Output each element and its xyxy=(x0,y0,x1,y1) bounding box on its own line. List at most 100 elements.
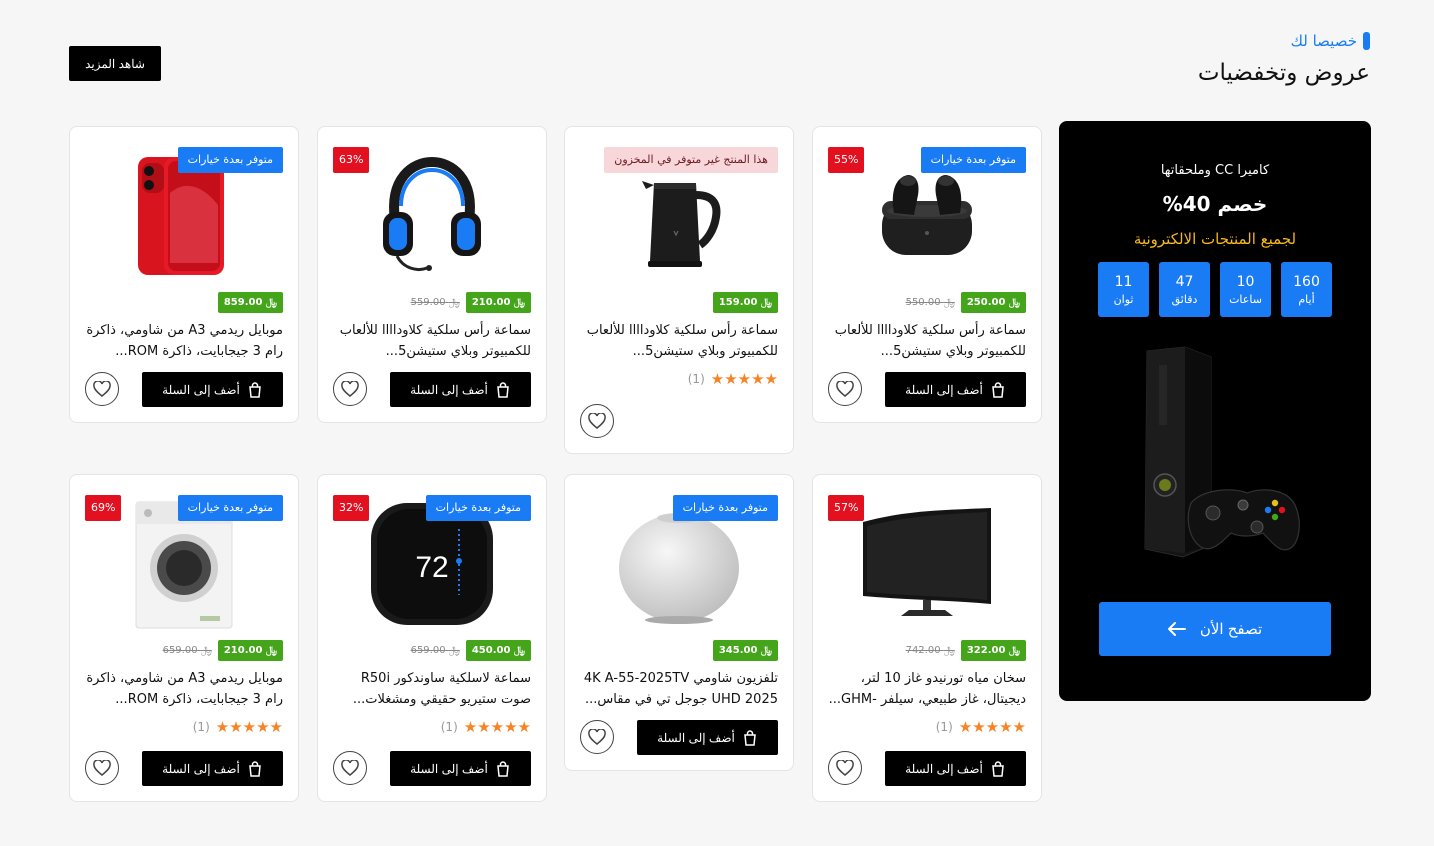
discount-badge: 55% xyxy=(828,147,865,173)
rating: ★★★★★ (1) xyxy=(441,718,531,736)
rating-count: (1) xyxy=(440,720,458,734)
add-to-cart-button[interactable]: أضف إلى السلة xyxy=(142,372,283,407)
browse-now-label: تصفح الأن xyxy=(1199,621,1263,638)
add-to-cart-label: أضف إلى السلة xyxy=(162,382,240,397)
rating: ★★★★★ (1) xyxy=(193,718,283,736)
add-to-cart-label: أضف إلى السلة xyxy=(410,761,488,776)
options-badge: متوفر بعدة خيارات xyxy=(425,495,531,521)
countdown-hours: 10 ساعات xyxy=(1220,262,1271,317)
product-card[interactable]: متوفر بعدة خيارات ﷼ 345.00 تلفزيون شاومي… xyxy=(564,474,794,771)
add-to-cart-label: أضف إلى السلة xyxy=(410,382,488,397)
star-rating-icon: ★★★★★ xyxy=(463,718,531,736)
product-name[interactable]: موبايل ريدمي A3 من شاومي، ذاكرة رام 3 جي… xyxy=(85,668,283,710)
price-current: ﷼ 210.00 xyxy=(465,292,531,313)
price-original: ﷼ 559.00 xyxy=(411,297,460,308)
wishlist-button[interactable] xyxy=(828,751,862,785)
cart-icon xyxy=(742,729,758,746)
cart-icon xyxy=(247,381,263,398)
discount-badge: 63% xyxy=(333,147,370,173)
price-value: 345.00 xyxy=(718,645,758,656)
product-card[interactable]: متوفر بعدة خيارات 69% ﷼ 210.00 ﷼ 659.00 … xyxy=(69,474,299,802)
product-name[interactable]: سماعة رأس سلكية كلاوداااا للألعاب للكمبي… xyxy=(580,320,778,362)
options-badge: متوفر بعدة خيارات xyxy=(177,495,283,521)
add-to-cart-button[interactable]: أضف إلى السلة xyxy=(142,751,283,786)
wishlist-button[interactable] xyxy=(828,372,862,406)
price-value: 322.00 xyxy=(966,645,1006,656)
discount-badge: 57% xyxy=(828,495,865,521)
price-row: ﷼ 322.00 ﷼ 742.00 xyxy=(906,640,1026,661)
price-original: ﷼ 742.00 xyxy=(906,645,955,656)
promo-accent: لجميع المنتجات الالكترونية xyxy=(1133,230,1297,248)
section-tag-label: خصيصا لك xyxy=(1290,32,1357,50)
price-row: ﷼ 345.00 xyxy=(712,640,778,661)
heart-icon xyxy=(588,413,606,429)
add-to-cart-label: أضف إلى السلة xyxy=(905,382,983,397)
heart-icon xyxy=(836,760,854,776)
currency-symbol: ﷼ xyxy=(943,297,955,308)
price-current: ﷼ 859.00 xyxy=(217,292,283,313)
tag-bar xyxy=(1363,32,1370,50)
currency-symbol: ﷼ xyxy=(265,297,277,308)
price-value: 210.00 xyxy=(471,297,511,308)
product-name[interactable]: سماعة رأس سلكية كلاوداااا للألعاب للكمبي… xyxy=(828,320,1026,362)
cart-icon xyxy=(990,760,1006,777)
currency-symbol: ﷼ xyxy=(943,645,955,656)
wishlist-button[interactable] xyxy=(85,372,119,406)
product-card[interactable]: هذا المنتج غير متوفر في المخزون ﷼ 159.00… xyxy=(564,126,794,454)
options-badge: متوفر بعدة خيارات xyxy=(177,147,283,173)
product-name[interactable]: سماعة رأس سلكية كلاوداااا للألعاب للكمبي… xyxy=(333,320,531,362)
currency-symbol: ﷼ xyxy=(265,645,277,656)
product-name[interactable]: سخان مياه تورنيدو غاز 10 لتر، ديجيتال، غ… xyxy=(828,668,1026,710)
add-to-cart-button[interactable]: أضف إلى السلة xyxy=(637,720,778,755)
cart-icon xyxy=(495,760,511,777)
wishlist-button[interactable] xyxy=(580,404,614,438)
price-original: ﷼ 550.00 xyxy=(906,297,955,308)
promo-headline: خصم 40% xyxy=(1162,192,1268,216)
add-to-cart-button[interactable]: أضف إلى السلة xyxy=(885,751,1026,786)
currency-symbol: ﷼ xyxy=(513,645,525,656)
currency-symbol: ﷼ xyxy=(448,297,460,308)
product-card[interactable]: متوفر بعدة خيارات 55% ﷼ 250.00 ﷼ 550.00 … xyxy=(812,126,1042,423)
product-name[interactable]: سماعة لاسلكية ساوندكور R50i صوت ستيريو ح… xyxy=(333,668,531,710)
add-to-cart-button[interactable]: أضف إلى السلة xyxy=(885,372,1026,407)
product-name[interactable]: تلفزيون شاومي 4K A-55-2025TV UHD 2025 جو… xyxy=(580,668,778,710)
star-rating-icon: ★★★★★ xyxy=(958,718,1026,736)
product-card[interactable]: متوفر بعدة خيارات ﷼ 859.00 موبايل ريدمي … xyxy=(69,126,299,423)
see-more-button[interactable]: شاهد المزيد xyxy=(69,46,161,81)
add-to-cart-button[interactable]: أضف إلى السلة xyxy=(390,372,531,407)
product-card[interactable]: متوفر بعدة خيارات 32% 72 ﷼ 450.00 ﷼ 659.… xyxy=(317,474,547,802)
price-old-value: 559.00 xyxy=(410,297,446,308)
heart-icon xyxy=(93,381,111,397)
countdown-label: ساعات xyxy=(1229,292,1262,306)
currency-symbol: ﷼ xyxy=(760,297,772,308)
heart-icon xyxy=(588,729,606,745)
countdown-value: 160 xyxy=(1293,273,1320,290)
wishlist-button[interactable] xyxy=(333,751,367,785)
product-name[interactable]: موبايل ريدمي A3 من شاومي، ذاكرة رام 3 جي… xyxy=(85,320,283,362)
heart-icon xyxy=(93,760,111,776)
star-rating-icon: ★★★★★ xyxy=(710,370,778,388)
add-to-cart-button[interactable]: أضف إلى السلة xyxy=(390,751,531,786)
section-title: عروض وتخفضيات xyxy=(1197,60,1370,86)
countdown-value: 10 xyxy=(1236,273,1255,290)
price-current: ﷼ 159.00 xyxy=(712,292,778,313)
price-original: ﷼ 659.00 xyxy=(411,645,460,656)
wishlist-button[interactable] xyxy=(85,751,119,785)
countdown-minutes: 47 دقائق xyxy=(1159,262,1210,317)
heart-icon xyxy=(341,760,359,776)
game-console-icon xyxy=(1125,345,1305,567)
add-to-cart-label: أضف إلى السلة xyxy=(162,761,240,776)
wishlist-button[interactable] xyxy=(580,720,614,754)
price-old-value: 550.00 xyxy=(905,297,941,308)
heart-icon xyxy=(836,381,854,397)
wishlist-button[interactable] xyxy=(333,372,367,406)
browse-now-button[interactable]: تصفح الأن xyxy=(1099,602,1331,656)
price-row: ﷼ 210.00 ﷼ 559.00 xyxy=(411,292,531,313)
price-value: 159.00 xyxy=(718,297,758,308)
price-original: ﷼ 659.00 xyxy=(163,645,212,656)
product-card[interactable]: 63% ﷼ 210.00 ﷼ 559.00 سماعة رأس سلكية كل… xyxy=(317,126,547,423)
heart-icon xyxy=(341,381,359,397)
product-card[interactable]: 57% ﷼ 322.00 ﷼ 742.00 سخان مياه تورنيدو … xyxy=(812,474,1042,802)
currency-symbol: ﷼ xyxy=(760,645,772,656)
price-row: ﷼ 250.00 ﷼ 550.00 xyxy=(906,292,1026,313)
